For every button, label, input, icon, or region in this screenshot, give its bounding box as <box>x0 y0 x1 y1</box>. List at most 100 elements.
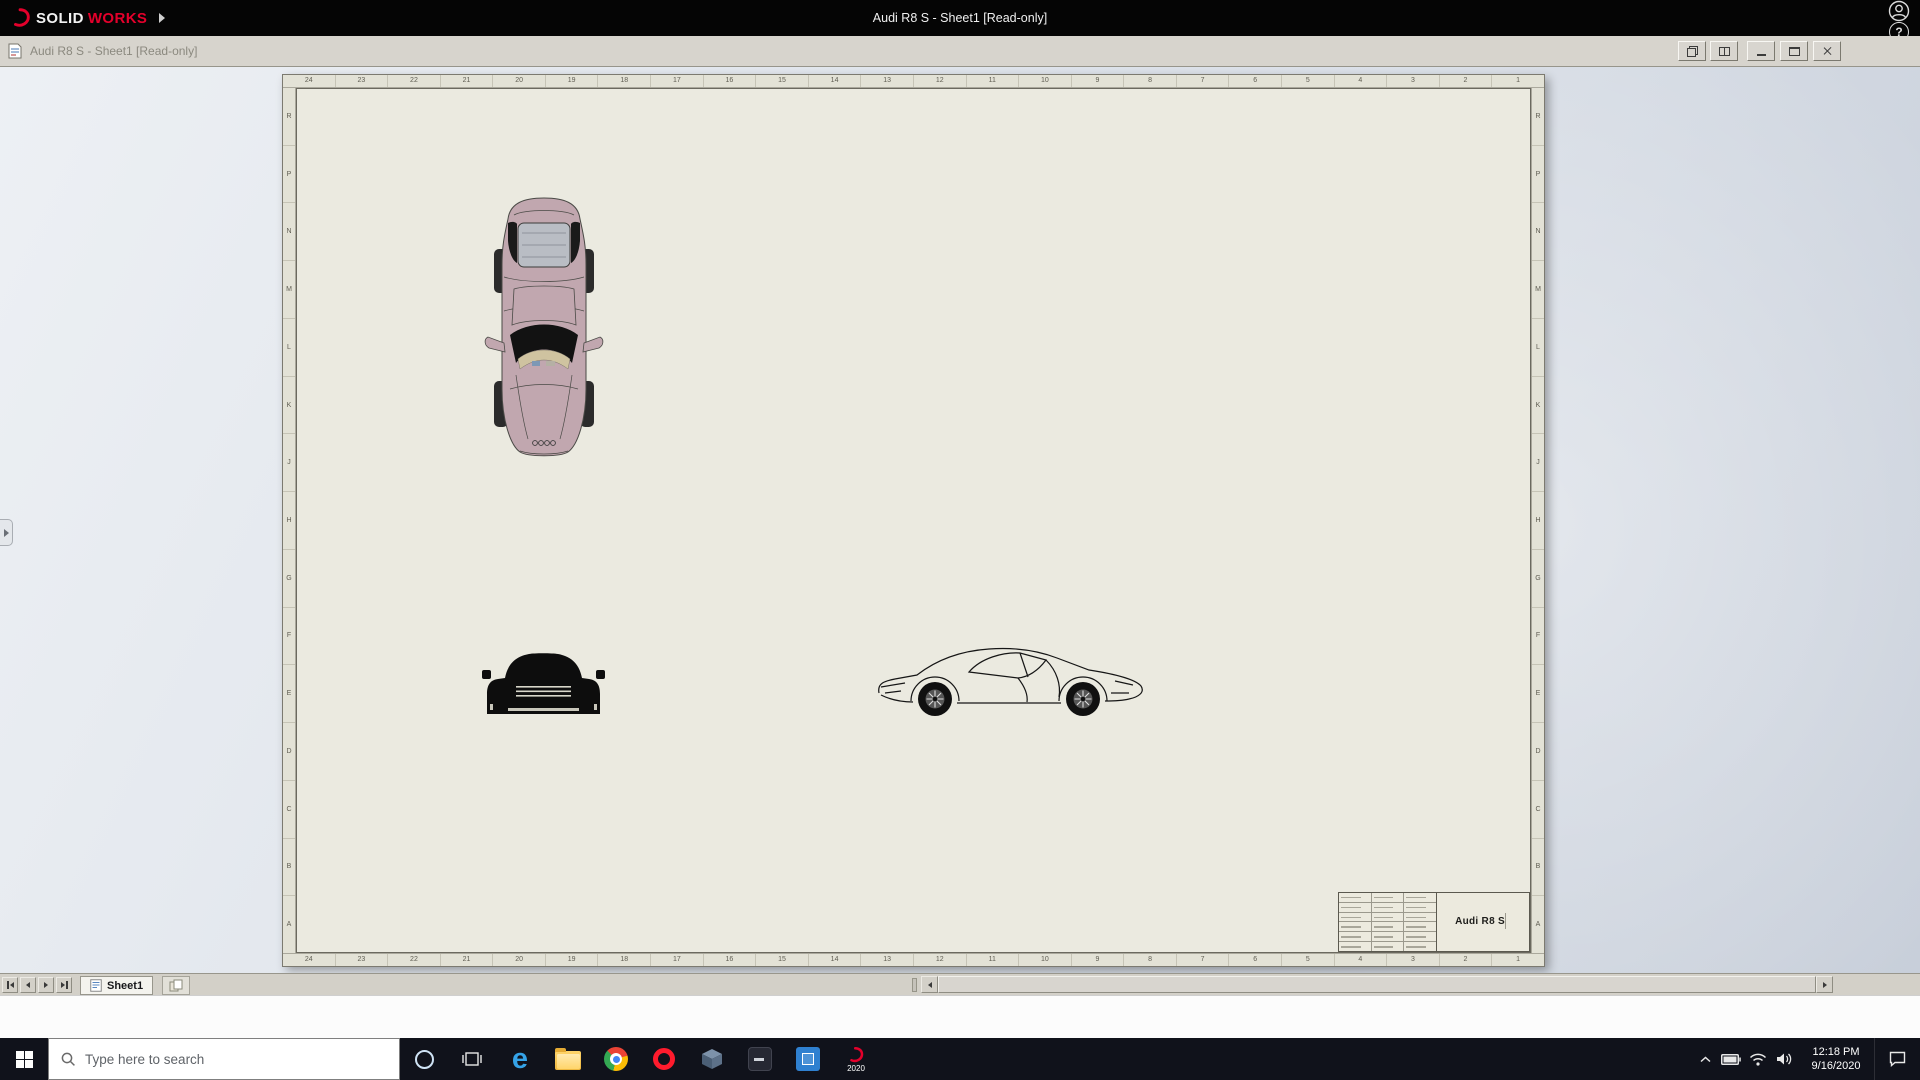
last-bar-icon <box>66 981 68 989</box>
zone-letter: G <box>1532 550 1544 608</box>
windows-logo-icon <box>16 1051 33 1068</box>
zone-number: 20 <box>493 75 546 87</box>
zone-letter: A <box>1532 896 1544 953</box>
zone-letter: F <box>1532 608 1544 666</box>
zone-letter: F <box>283 608 295 666</box>
scroll-right-button[interactable] <box>1816 976 1833 993</box>
arrow-right-icon <box>61 982 65 988</box>
volume-button[interactable] <box>1771 1038 1798 1080</box>
cortana-button[interactable] <box>400 1038 448 1080</box>
zone-number: 15 <box>756 954 809 966</box>
battery-icon <box>1721 1054 1741 1065</box>
chevron-up-icon <box>1700 1056 1711 1063</box>
arrow-left-icon <box>26 982 30 988</box>
cube-app-icon <box>700 1047 724 1071</box>
sheet-nav-prev-button[interactable] <box>20 977 36 993</box>
document-titlebar: Audi R8 S - Sheet1 [Read-only] <box>0 36 1920 67</box>
action-center-button[interactable] <box>1874 1038 1920 1080</box>
zone-number: 7 <box>1177 75 1230 87</box>
zone-number: 14 <box>809 75 862 87</box>
zone-number: 12 <box>914 75 967 87</box>
zone-number: 3 <box>1387 75 1440 87</box>
solidworks-logo[interactable]: SOLIDWORKS <box>10 0 165 36</box>
taskbar-app-button-4[interactable] <box>784 1038 832 1080</box>
taskbar-app-button-2[interactable] <box>688 1038 736 1080</box>
sheet-nav-last-button[interactable] <box>56 977 72 993</box>
zone-letter: B <box>1532 839 1544 897</box>
window-title: Audi R8 S - Sheet1 [Read-only] <box>0 0 1920 36</box>
network-button[interactable] <box>1744 1038 1771 1080</box>
zone-number: 21 <box>441 954 494 966</box>
zone-number: 24 <box>283 954 336 966</box>
doc-tile-button[interactable] <box>1710 41 1738 61</box>
account-button[interactable] <box>1878 0 1920 22</box>
zone-letter: N <box>283 203 295 261</box>
doc-cascade-button[interactable] <box>1678 41 1706 61</box>
solidworks-taskbar-button[interactable]: 2020 <box>832 1038 880 1080</box>
drawing-paper[interactable]: Audi R8 S <box>296 88 1531 953</box>
taskbar-app-button-3[interactable] <box>736 1038 784 1080</box>
featuremanager-collapse-tab[interactable] <box>0 519 13 546</box>
zone-letter: D <box>1532 723 1544 781</box>
edge-button[interactable]: e <box>496 1038 544 1080</box>
sheet-nav-first-button[interactable] <box>2 977 18 993</box>
search-box[interactable] <box>48 1038 400 1080</box>
horizontal-scrollbar-thumb[interactable] <box>938 976 1816 993</box>
drawing-sheet[interactable]: 242322212019181716151413121110987654321 … <box>282 74 1545 967</box>
start-button[interactable] <box>0 1038 48 1080</box>
solidworks-glyph-icon <box>10 7 32 29</box>
zone-letter: A <box>283 896 295 953</box>
zone-letter: D <box>283 723 295 781</box>
tray-expand-button[interactable] <box>1693 1038 1717 1080</box>
zone-number: 16 <box>704 954 757 966</box>
zone-letter: R <box>283 88 295 146</box>
sheet-tab-sheet1[interactable]: Sheet1 <box>80 976 153 995</box>
task-view-button[interactable] <box>448 1038 496 1080</box>
arrow-right-icon <box>1823 982 1827 988</box>
chevron-right-icon <box>4 529 9 537</box>
zone-number: 10 <box>1019 75 1072 87</box>
cortana-icon <box>415 1050 434 1069</box>
zone-number: 13 <box>861 75 914 87</box>
zone-letter: P <box>283 146 295 204</box>
front-view-drawing[interactable] <box>482 634 605 719</box>
zone-number: 1 <box>1492 75 1544 87</box>
zone-letter: J <box>283 434 295 492</box>
top-view-drawing[interactable] <box>480 193 608 463</box>
sheet-icon <box>90 979 102 992</box>
wifi-icon <box>1749 1052 1767 1066</box>
doc-maximize-button[interactable] <box>1780 41 1808 61</box>
sheet-nav-next-button[interactable] <box>38 977 54 993</box>
splitter-handle[interactable] <box>912 978 917 992</box>
scroll-left-button[interactable] <box>921 976 938 993</box>
doc-minimize-button[interactable] <box>1747 41 1775 61</box>
zone-number: 17 <box>651 954 704 966</box>
clock[interactable]: 12:18 PM 9/16/2020 <box>1798 1045 1874 1073</box>
zone-number: 20 <box>493 954 546 966</box>
zone-letter: K <box>1532 377 1544 435</box>
zone-number: 13 <box>861 954 914 966</box>
taskbar-app-button-1[interactable] <box>640 1038 688 1080</box>
battery-button[interactable] <box>1717 1038 1744 1080</box>
doc-close-button[interactable] <box>1813 41 1841 61</box>
zone-number: 7 <box>1177 954 1230 966</box>
zone-ruler-right: RPNMLKJHGFEDCBA <box>1531 88 1544 953</box>
search-input[interactable] <box>85 1052 365 1067</box>
add-sheet-tab[interactable] <box>162 976 190 995</box>
taskbar: e 2020 <box>0 1038 1920 1080</box>
zone-number: 10 <box>1019 954 1072 966</box>
zone-letter: E <box>1532 665 1544 723</box>
zone-ruler-left: RPNMLKJHGFEDCBA <box>283 88 296 953</box>
zone-number: 18 <box>598 75 651 87</box>
cascade-icon <box>1687 46 1698 57</box>
graphics-area[interactable]: 242322212019181716151413121110987654321 … <box>0 67 1920 973</box>
zone-number: 5 <box>1282 954 1335 966</box>
chrome-button[interactable] <box>592 1038 640 1080</box>
side-view-drawing[interactable] <box>871 637 1153 723</box>
add-sheet-icon <box>169 979 183 992</box>
zone-letter: J <box>1532 434 1544 492</box>
red-ring-app-icon <box>653 1048 675 1070</box>
title-block-grid <box>1339 893 1437 951</box>
menu-expand-arrow-icon[interactable] <box>159 13 165 23</box>
file-explorer-button[interactable] <box>544 1038 592 1080</box>
